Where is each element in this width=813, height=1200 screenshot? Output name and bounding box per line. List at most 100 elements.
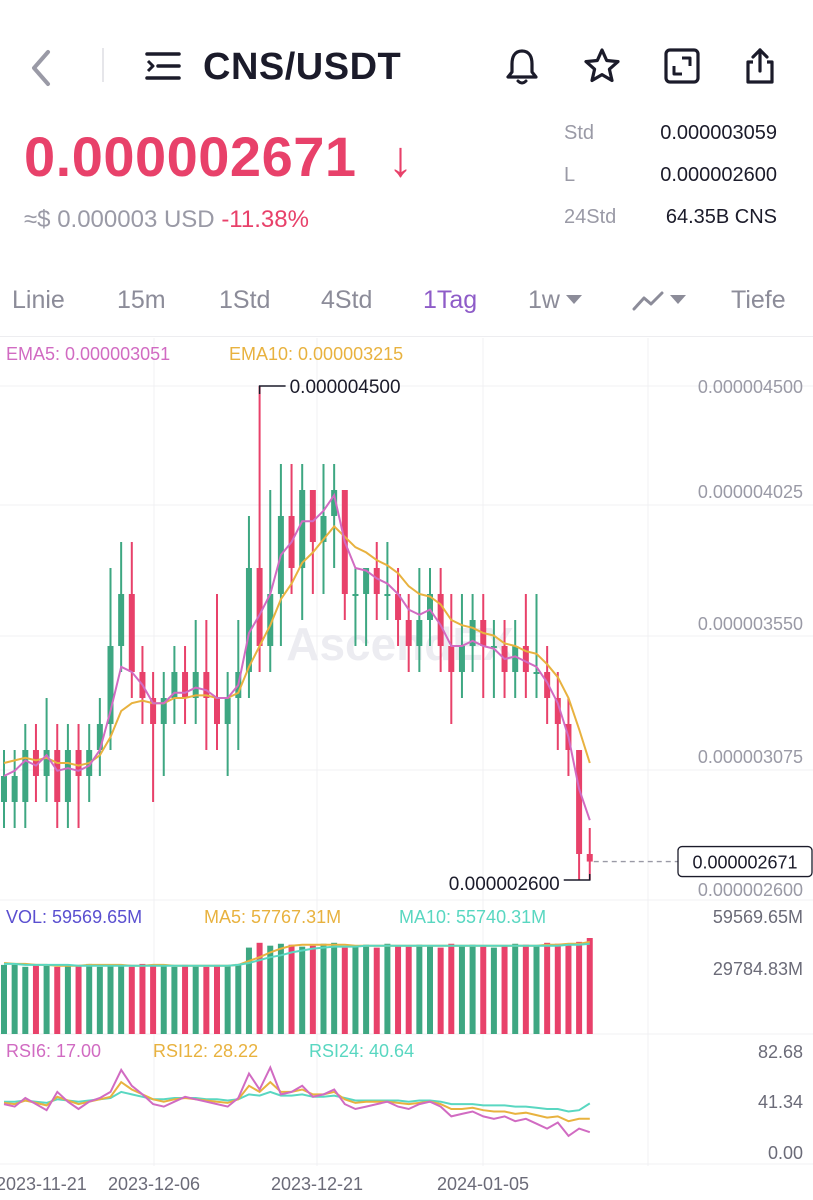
volume-bar <box>533 945 540 1034</box>
candle-down <box>405 620 412 646</box>
rsi6-legend: RSI6: 17.00 <box>6 1041 101 1061</box>
volume-bar <box>427 945 433 1034</box>
vol-ma10-legend: MA10: 55740.31M <box>399 907 546 927</box>
candle-up <box>416 620 423 646</box>
candle-up <box>224 698 231 724</box>
kline-chart[interactable]: AscendEX 0.0000045000.0000026000.0000026… <box>0 0 813 1200</box>
price-y-tick: 0.000003075 <box>698 747 803 767</box>
volume-bar <box>267 945 274 1034</box>
volume-bar <box>309 945 316 1034</box>
candle-up <box>533 672 540 674</box>
candle-down <box>75 750 82 776</box>
volume-bar <box>203 966 210 1034</box>
candle-down <box>128 594 135 672</box>
rsi-y-tick: 82.68 <box>758 1042 803 1062</box>
chart-labels: EMA5: 0.000003051 EMA10: 0.0000032150.000… <box>0 344 803 1194</box>
volume-bar <box>224 965 231 1034</box>
low-marker-label: 0.000002600 <box>449 874 560 895</box>
volume-bar <box>405 946 412 1034</box>
high-marker-line <box>258 385 286 394</box>
volume-bar <box>373 947 380 1034</box>
x-tick-label: 2024-01-05 <box>437 1174 529 1194</box>
candle-up <box>118 594 125 646</box>
volume-bar <box>160 965 167 1034</box>
volume-bar <box>150 964 157 1034</box>
candle-down <box>54 750 61 802</box>
candle-up <box>64 750 71 802</box>
volume-bar <box>363 944 370 1034</box>
volume-bar <box>171 966 178 1034</box>
volume-bar <box>139 963 146 1034</box>
volume-bar <box>341 947 348 1034</box>
volume-bar <box>288 944 295 1034</box>
last-price-tag-label: 0.000002671 <box>692 853 797 873</box>
volume-bar <box>75 965 82 1034</box>
volume-bar <box>43 965 50 1034</box>
volume-bar <box>352 945 359 1034</box>
volume-bar <box>277 943 284 1034</box>
volume-bar <box>586 938 593 1034</box>
volume-bar <box>64 964 71 1034</box>
volume-bar <box>86 963 93 1034</box>
candle-down <box>203 672 210 698</box>
volume-bar <box>192 965 199 1034</box>
price-y-tick: 0.000004025 <box>698 482 803 502</box>
volume-bar <box>576 941 583 1034</box>
rsi-lines <box>3 1065 591 1138</box>
volume-bar <box>214 964 220 1034</box>
volume-bar <box>107 964 114 1034</box>
volume-bar <box>544 942 551 1034</box>
candle-up <box>299 490 306 568</box>
vol-y-tick: 29784.83M <box>713 959 803 979</box>
x-tick-label: 2023-12-21 <box>271 1174 363 1194</box>
candle-up <box>352 594 359 596</box>
rsi24-legend: RSI24: 40.64 <box>309 1041 414 1061</box>
rsi6-line <box>3 1065 591 1138</box>
high-marker-label: 0.000004500 <box>290 377 401 398</box>
candle-up <box>458 646 465 672</box>
volume-bar <box>490 947 497 1034</box>
candle-up <box>384 594 391 596</box>
price-y-tick: 0.000004500 <box>698 377 803 397</box>
rsi-y-tick: 41.34 <box>758 1092 803 1112</box>
x-tick-label: 2023-11-21 <box>0 1174 87 1194</box>
vol-ma5-legend: MA5: 57767.31M <box>204 907 341 927</box>
volume-bar <box>32 964 39 1034</box>
volume-bar <box>118 965 125 1034</box>
volume-bar <box>512 943 519 1034</box>
volume-bar <box>22 966 29 1034</box>
ema5-legend: EMA5: 0.000003051 <box>6 344 170 364</box>
volume-bar <box>331 942 338 1034</box>
volume-bar <box>299 946 306 1034</box>
rsi-y-tick: 0.00 <box>768 1143 803 1163</box>
volume-bar <box>11 964 18 1034</box>
candle-up <box>1 776 7 802</box>
volume-bar <box>320 943 327 1034</box>
candle-down <box>309 490 316 542</box>
volume-bar <box>384 943 391 1034</box>
candle-down <box>448 646 455 672</box>
volume-bar <box>448 943 455 1034</box>
volume-bar <box>54 966 61 1034</box>
volume-bar <box>416 944 423 1034</box>
volume-bar <box>437 947 444 1034</box>
vol-y-tick: 59569.65M <box>713 907 803 927</box>
volume-bar <box>469 944 476 1034</box>
volume-bar <box>1 964 7 1034</box>
candle-down <box>373 568 380 594</box>
volume-bar <box>128 966 135 1034</box>
candle-down <box>576 750 583 854</box>
volume-bar <box>96 966 103 1034</box>
low-marker-line <box>563 874 591 881</box>
candle-up <box>512 646 519 672</box>
vol-legend: VOL: 59569.65M <box>6 907 142 927</box>
price-y-tick: 0.000002600 <box>698 880 803 900</box>
candle-down <box>586 854 593 862</box>
volume-bar <box>501 945 508 1034</box>
rsi12-legend: RSI12: 28.22 <box>153 1041 258 1061</box>
candle-down <box>256 568 263 646</box>
volume-bar <box>458 945 465 1034</box>
candle-up <box>192 672 199 698</box>
volume-bar <box>522 944 529 1034</box>
x-tick-label: 2023-12-06 <box>108 1174 200 1194</box>
